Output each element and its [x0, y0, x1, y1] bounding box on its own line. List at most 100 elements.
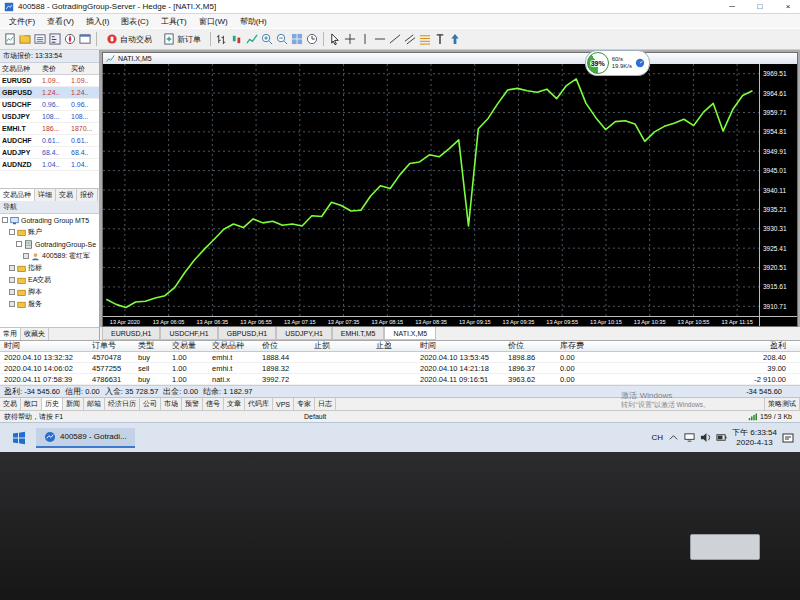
terminal-tab[interactable]: 信号 [203, 398, 224, 410]
navigator-item[interactable]: EA交易 [0, 274, 99, 286]
table-row[interactable]: 2020.04.11 07:58:394786631buy1.00nati.x3… [0, 374, 800, 385]
terminal-tab[interactable]: 邮箱 [84, 398, 105, 410]
column-header[interactable]: 买价 [71, 64, 100, 74]
column-header[interactable]: 价位 [262, 341, 314, 351]
menu-item[interactable]: 查看(V) [42, 15, 79, 28]
line-chart-icon[interactable] [246, 33, 258, 45]
table-row[interactable]: 2020.04.10 13:32:324570478buy1.00emhi.t1… [0, 352, 800, 363]
column-header[interactable]: 卖价 [42, 64, 71, 74]
menu-item[interactable]: 图表(C) [116, 15, 153, 28]
market-watch-row[interactable]: USDJPY108...108... [0, 111, 99, 123]
navigator-item[interactable]: GotradingGroup-Se [0, 238, 99, 250]
navigator-item[interactable]: 账户 [0, 226, 99, 238]
new-chart-icon[interactable] [4, 33, 16, 45]
expander-box[interactable] [9, 229, 15, 235]
chart-tab[interactable]: USDCHF,H1 [160, 327, 217, 340]
table-row[interactable]: 2020.04.10 14:06:024577255sell1.00emhi.t… [0, 363, 800, 374]
panel-tab[interactable]: 收藏夹 [21, 328, 49, 340]
fibo-icon[interactable] [419, 33, 431, 45]
navigator-icon[interactable] [64, 33, 76, 45]
chart-tab[interactable]: USDJPY,H1 [276, 327, 332, 340]
panel-tab[interactable]: 交易品种 [0, 189, 35, 201]
menu-item[interactable]: 帮助(H) [235, 15, 272, 28]
navigator-item[interactable]: 脚本 [0, 286, 99, 298]
column-header[interactable]: 交易量 [172, 341, 212, 351]
terminal-tab[interactable]: 预警 [182, 398, 203, 410]
expander-box[interactable] [9, 289, 15, 295]
panel-tab[interactable]: 交易 [56, 189, 77, 201]
navigator-item[interactable]: 服务 [0, 298, 99, 310]
auto-trading-icon[interactable] [106, 33, 118, 45]
text-tool-icon[interactable] [434, 33, 446, 45]
crosshair-icon[interactable] [344, 33, 356, 45]
chart-tab[interactable]: NATI.X,M5 [384, 327, 436, 340]
ime-indicator[interactable]: CH [652, 433, 664, 442]
terminal-icon[interactable] [79, 33, 91, 45]
terminal-tab[interactable]: 公司 [140, 398, 161, 410]
panel-tab[interactable]: 报价 [77, 189, 98, 201]
line-chart-icon[interactable] [106, 54, 115, 63]
bar-chart-icon[interactable] [216, 33, 228, 45]
market-watch-row[interactable]: EURUSD1.09..1.09.. [0, 75, 99, 87]
zoom-in-icon[interactable] [261, 33, 273, 45]
cursor-icon[interactable] [329, 33, 341, 45]
clock[interactable]: 下午 6:33:542020-4-13 [732, 428, 777, 448]
terminal-tab[interactable]: 敞口 [21, 398, 42, 410]
toolbar-button[interactable]: 自动交易 [102, 31, 156, 47]
column-header[interactable]: 库存费 [560, 341, 616, 351]
start-button[interactable] [6, 429, 32, 447]
terminal-tab[interactable]: 专家 [294, 398, 315, 410]
terminal-tab[interactable]: 日志 [315, 398, 336, 410]
column-header[interactable]: 类型 [138, 341, 172, 351]
strategy-tester-tab[interactable]: 策略测试 [764, 398, 800, 410]
profiles-icon[interactable] [19, 33, 31, 45]
navigator-item[interactable]: Gotrading Group MT5 [0, 214, 99, 226]
trend-line-icon[interactable] [389, 33, 401, 45]
notification-icon[interactable] [782, 432, 794, 444]
channel-icon[interactable] [404, 33, 416, 45]
taskbar-app[interactable]: 400589 - Gotradi... [36, 428, 135, 448]
terminal-tab[interactable]: 经济日历 [105, 398, 140, 410]
window-control[interactable]: × [776, 0, 800, 13]
market-watch-row[interactable]: EMHI.T186...1870... [0, 123, 99, 135]
menu-item[interactable]: 文件(F) [4, 15, 40, 28]
panel-tab[interactable]: 常用 [0, 328, 21, 340]
menu-item[interactable]: 插入(I) [81, 15, 115, 28]
arrows-icon[interactable] [449, 33, 461, 45]
expander-box[interactable] [9, 277, 15, 283]
column-header[interactable]: 时间 [420, 341, 508, 351]
terminal-tab[interactable]: 代码库 [245, 398, 273, 410]
market-watch-row[interactable]: AUDCHF0.61..0.61.. [0, 135, 99, 147]
column-header[interactable]: 时间 [4, 341, 92, 351]
battery-icon[interactable] [716, 432, 727, 443]
periods-icon[interactable] [306, 33, 318, 45]
market-watch-row[interactable]: USDCHF0.96..0.96.. [0, 99, 99, 111]
new-order-icon[interactable] [163, 33, 175, 45]
expander-box[interactable] [16, 241, 22, 247]
terminal-tab[interactable]: 文章 [224, 398, 245, 410]
expander-box[interactable] [9, 301, 15, 307]
window-control[interactable]: □ [748, 0, 772, 13]
expander-box[interactable] [2, 217, 8, 223]
toolbar-button[interactable]: 新订单 [159, 31, 205, 47]
menu-item[interactable]: 窗口(W) [194, 15, 233, 28]
menu-item[interactable]: 工具(T) [156, 15, 192, 28]
market-watch-row[interactable]: AUDJPY68.4..68.4.. [0, 147, 99, 159]
zoom-out-icon[interactable] [276, 33, 288, 45]
market-watch-row[interactable]: AUDNZD1.04..1.04.. [0, 159, 99, 171]
chart-tab[interactable]: EMHI.T,M5 [332, 327, 385, 340]
column-header[interactable]: 交易品种 [212, 341, 262, 351]
column-header[interactable]: 止损 [314, 341, 376, 351]
terminal-tab[interactable]: 历史 [42, 398, 63, 410]
terminal-tab[interactable]: 交易 [0, 398, 21, 410]
network-icon[interactable] [684, 432, 695, 443]
volume-icon[interactable] [700, 432, 711, 443]
network-monitor[interactable]: 39%60/s19.9K/s [585, 50, 650, 76]
terminal-tab[interactable]: 新闻 [63, 398, 84, 410]
column-header[interactable]: 价位 [508, 341, 560, 351]
candles-icon[interactable] [231, 33, 243, 45]
terminal-tab[interactable]: VPS [273, 398, 294, 410]
panel-tab[interactable]: 详细 [35, 189, 56, 201]
chevron-up-icon[interactable] [668, 432, 679, 443]
expander-box[interactable] [23, 253, 29, 259]
